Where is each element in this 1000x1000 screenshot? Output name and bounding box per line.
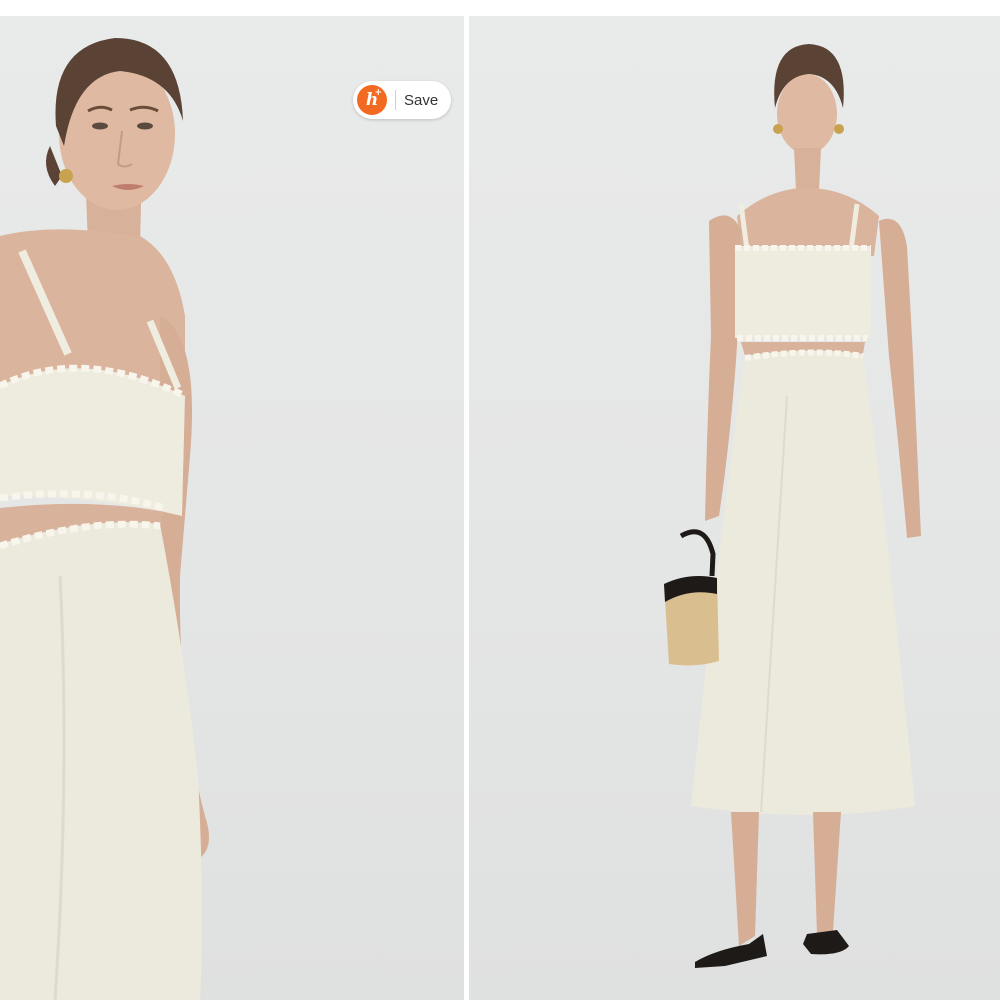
model-full-length-photo (664, 44, 921, 968)
product-gallery: h + Save (0, 0, 1000, 1000)
bag-handle (679, 529, 716, 577)
model-closeup-photo (0, 38, 209, 1000)
model-leg-left (731, 812, 759, 946)
black-sandal-left (695, 934, 767, 968)
gold-earring (59, 169, 73, 183)
dress-skirt (0, 522, 203, 1000)
model-eye-left (92, 122, 108, 130)
save-divider (395, 90, 396, 110)
save-label: Save (404, 91, 439, 109)
model-neck (794, 148, 821, 191)
model-hair-back (46, 146, 62, 186)
gold-earring-right (834, 124, 844, 134)
product-image-full[interactable] (469, 16, 1000, 1000)
gold-earring-left (773, 124, 783, 134)
model-face (777, 74, 837, 154)
model-arm-right (879, 218, 921, 538)
model-eye-right (137, 122, 153, 130)
h-plus-icon: h + (357, 85, 387, 115)
model-leg-right (813, 812, 841, 934)
dress-bodice (735, 246, 871, 338)
black-sandal-right (803, 930, 849, 955)
product-image-closeup[interactable] (0, 16, 464, 1000)
save-button[interactable]: h + Save (353, 81, 451, 119)
